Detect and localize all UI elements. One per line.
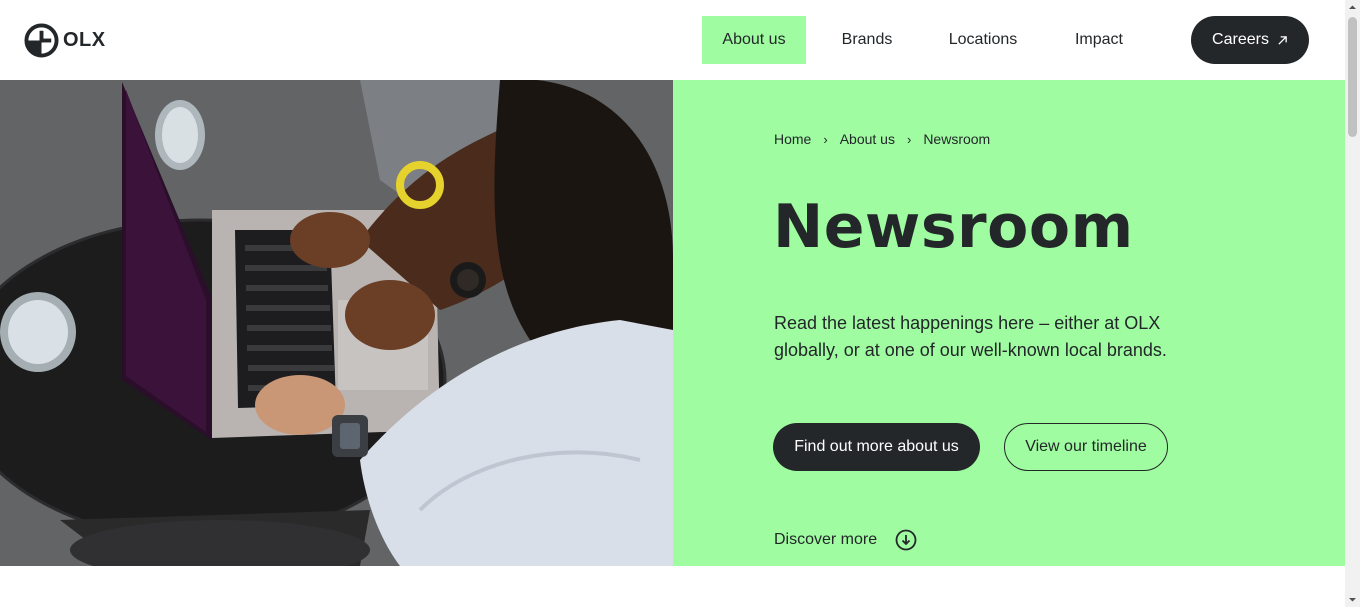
nav-impact[interactable]: Impact (1058, 16, 1140, 64)
nav-brands[interactable]: Brands (826, 16, 908, 64)
logo-text: OLX (63, 28, 106, 51)
view-timeline-button[interactable]: View our timeline (1004, 423, 1168, 471)
arrow-up-right-icon (1278, 35, 1287, 45)
find-out-more-button[interactable]: Find out more about us (773, 423, 980, 471)
hero-photo (0, 80, 673, 566)
olx-logo-icon (24, 22, 59, 58)
breadcrumb-about-us[interactable]: About us (840, 131, 895, 147)
scroll-up-arrow-icon[interactable] (1345, 0, 1360, 15)
chevron-right-icon: › (906, 131, 912, 147)
discover-more-label: Discover more (774, 531, 878, 548)
arrow-down-circle-icon (895, 529, 917, 551)
hero-panel: Home › About us › Newsroom Newsroom Read… (673, 80, 1345, 566)
careers-button[interactable]: Careers (1191, 16, 1309, 64)
chevron-right-icon: › (823, 131, 828, 147)
nav-about-us[interactable]: About us (702, 16, 806, 64)
olx-logo[interactable]: OLX (24, 22, 106, 58)
careers-label: Careers (1212, 31, 1269, 48)
scrollbar-thumb[interactable] (1348, 17, 1357, 137)
page-title: Newsroom (773, 192, 1134, 262)
discover-more-link[interactable]: Discover more (774, 529, 917, 551)
breadcrumb-home[interactable]: Home (774, 131, 811, 147)
nav-locations[interactable]: Locations (930, 16, 1036, 64)
breadcrumb-newsroom: Newsroom (923, 131, 991, 147)
page-scrollbar[interactable] (1345, 0, 1360, 607)
people-laptop-illustration (0, 80, 673, 566)
site-header: OLX About us Brands Locations Impact Car… (0, 0, 1345, 80)
page-description: Read the latest happenings here – either… (774, 313, 1167, 360)
scroll-down-arrow-icon[interactable] (1345, 592, 1360, 607)
breadcrumb: Home › About us › Newsroom (774, 131, 990, 147)
